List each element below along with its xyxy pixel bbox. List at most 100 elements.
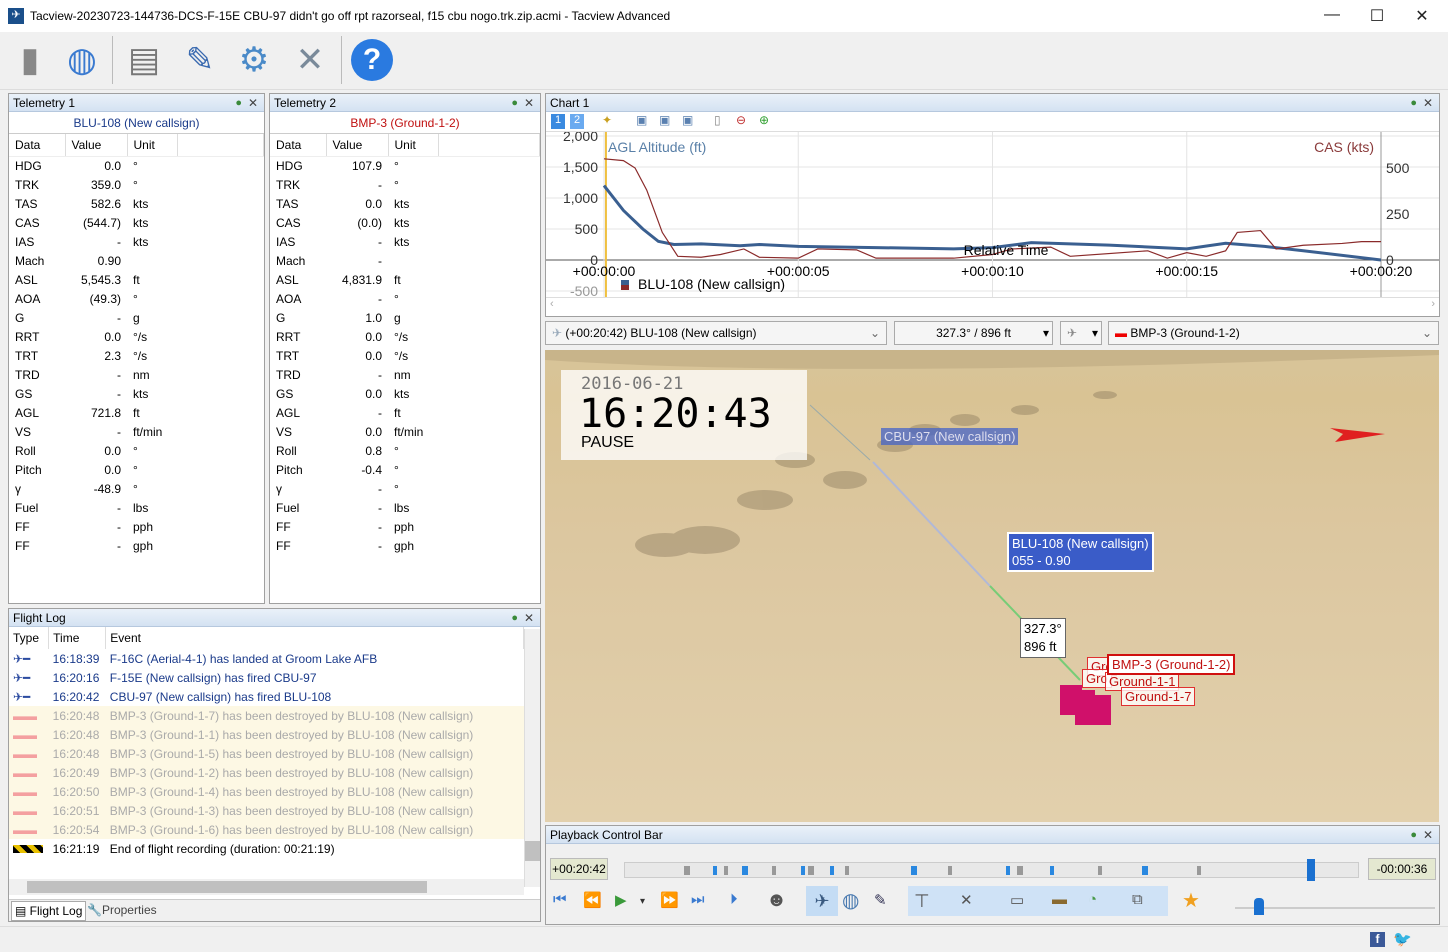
speed-slider[interactable]: [1235, 907, 1435, 909]
event-marker[interactable]: [844, 866, 849, 875]
pin-icon[interactable]: ●: [1410, 94, 1417, 112]
column-header[interactable]: Data: [9, 134, 66, 157]
bmp-3-label[interactable]: BMP-3 (Ground-1-2): [1107, 654, 1236, 675]
chart-scrollbar[interactable]: ‹ ›: [546, 297, 1439, 313]
column-header[interactable]: Unit: [388, 134, 439, 157]
event-marker[interactable]: [947, 866, 952, 875]
speed-slider-handle[interactable]: [1254, 898, 1264, 915]
relation-mode-select[interactable]: ✈ ▾: [1060, 321, 1102, 345]
event-marker[interactable]: [1196, 866, 1201, 875]
event-marker[interactable]: [1017, 866, 1024, 875]
close-button[interactable]: ✕: [1407, 6, 1437, 26]
zoom-page-icon[interactable]: ▯: [714, 113, 721, 127]
event-marker[interactable]: [800, 866, 805, 875]
column-header[interactable]: Event: [105, 627, 524, 649]
bookmark-star-icon[interactable]: ★: [1182, 888, 1200, 913]
blu-108-label[interactable]: BLU-108 (New callsign) 055 - 0.90: [1007, 532, 1154, 572]
timeline-slider[interactable]: [624, 859, 1359, 881]
skip-start-icon[interactable]: ⏮: [553, 891, 567, 908]
globe-network-icon[interactable]: ◍: [58, 36, 106, 84]
window-options-icon[interactable]: ⧉: [1132, 891, 1143, 908]
list-item[interactable]: ✈━ 16:20:16 F-15E (New callsign) has fired…: [9, 668, 524, 687]
event-marker[interactable]: [683, 866, 690, 875]
list-item[interactable]: ✈━ 16:20:42 CBU-97 (New callsign) has fire…: [9, 687, 524, 706]
step-forward-icon[interactable]: ⏵: [730, 891, 738, 908]
gear-icon[interactable]: ⚙: [230, 36, 278, 84]
chart-add-icon[interactable]: ▣: [636, 113, 647, 127]
chart-tab-1[interactable]: 1: [551, 114, 565, 129]
ground-units-icon[interactable]: ▬: [1052, 891, 1067, 908]
skip-end-icon[interactable]: ⏭: [691, 891, 705, 908]
list-item[interactable]: ▬▬ 16:20:50 BMP-3 (Ground-1-4) has been de…: [9, 782, 524, 801]
range-select[interactable]: 327.3° / 896 ft ▾: [894, 321, 1053, 345]
tools-icon[interactable]: ✕: [286, 36, 334, 84]
pin-icon[interactable]: ●: [1410, 826, 1417, 844]
cockpit-view-icon[interactable]: ✈: [806, 886, 838, 916]
column-header[interactable]: Type: [9, 627, 50, 649]
minimize-button[interactable]: —: [1317, 6, 1347, 24]
close-panel-button[interactable]: ✕: [524, 94, 534, 112]
timeline-handle[interactable]: [1306, 859, 1315, 881]
event-marker[interactable]: [910, 866, 917, 875]
log-horizontal-scrollbar[interactable]: [9, 879, 524, 895]
event-marker[interactable]: [771, 866, 776, 875]
log-vertical-scrollbar[interactable]: [524, 629, 540, 887]
event-marker[interactable]: [723, 866, 728, 875]
event-marker[interactable]: [1006, 866, 1011, 875]
event-marker[interactable]: [1097, 866, 1102, 875]
radar-icon[interactable]: ◔: [1088, 891, 1097, 908]
labels-icon[interactable]: ▭: [1010, 891, 1024, 909]
list-item[interactable]: 16:21:19 End of flight recording (duratio…: [9, 839, 524, 858]
fast-forward-icon[interactable]: ⏩: [660, 891, 679, 909]
event-marker[interactable]: [808, 866, 815, 875]
pin-icon[interactable]: ●: [511, 94, 518, 112]
secondary-object-select[interactable]: ▬ BMP-3 (Ground-1-2) ⌄: [1108, 321, 1439, 345]
telemetry-object-name[interactable]: BMP-3 (Ground-1-2): [270, 112, 540, 134]
list-item[interactable]: ▬▬ 16:20:48 BMP-3 (Ground-1-7) has been de…: [9, 706, 524, 725]
event-marker[interactable]: [830, 866, 835, 875]
event-marker[interactable]: [742, 866, 749, 875]
altitude-marker-icon[interactable]: ⊤: [914, 891, 930, 912]
telemetry-object-name[interactable]: BLU-108 (New callsign): [9, 112, 264, 134]
chart-remove-icon[interactable]: ▣: [682, 113, 693, 127]
column-header[interactable]: Value: [326, 134, 389, 157]
list-item[interactable]: ✈━ 16:18:39 F-16C (Aerial-4-1) has landed …: [9, 649, 524, 668]
list-item[interactable]: ▬▬ 16:20:51 BMP-3 (Ground-1-3) has been de…: [9, 801, 524, 820]
play-dropdown[interactable]: ▾: [640, 896, 645, 907]
cbu-97-label[interactable]: CBU-97 (New callsign): [881, 428, 1019, 445]
telescope-icon[interactable]: ✎: [874, 891, 887, 909]
close-panel-button[interactable]: ✕: [248, 94, 258, 112]
play-icon[interactable]: ▶: [615, 891, 627, 909]
tab-properties[interactable]: 🔧Properties: [87, 903, 157, 917]
column-header[interactable]: Value: [65, 134, 128, 157]
pilot-view-icon[interactable]: ☻: [766, 889, 787, 912]
rewind-icon[interactable]: ⏪: [583, 891, 602, 909]
column-header[interactable]: Unit: [127, 134, 178, 157]
list-item[interactable]: ▬▬ 16:20:48 BMP-3 (Ground-1-5) has been de…: [9, 744, 524, 763]
tab-flight-log[interactable]: ▤ Flight Log: [11, 901, 87, 921]
event-marker[interactable]: [1141, 866, 1148, 875]
list-item[interactable]: ▬▬ 16:20:54 BMP-3 (Ground-1-6) has been de…: [9, 820, 524, 839]
3d-view[interactable]: 2016-06-21 16:20:43 PAUSE CBU-97 (New ca…: [545, 350, 1439, 822]
chart-plot[interactable]: 2,0001,5001,0005000-5005002500+00:00:00 +…: [546, 132, 1439, 297]
wand-icon[interactable]: ✦: [602, 113, 612, 127]
event-marker[interactable]: [712, 866, 717, 875]
event-marker[interactable]: [1050, 866, 1055, 875]
pin-icon[interactable]: ●: [235, 94, 242, 112]
zoom-in-icon[interactable]: ⊕: [759, 113, 769, 127]
ground-1-7-label[interactable]: Ground-1-7: [1121, 687, 1196, 706]
close-panel-button[interactable]: ✕: [524, 609, 534, 627]
close-panel-button[interactable]: ✕: [1423, 94, 1433, 112]
primary-object-select[interactable]: ✈ (+00:20:42) BLU-108 (New callsign) ⌄: [545, 321, 887, 345]
list-item[interactable]: ▬▬ 16:20:48 BMP-3 (Ground-1-1) has been de…: [9, 725, 524, 744]
facebook-icon[interactable]: f: [1370, 932, 1385, 947]
maximize-button[interactable]: ☐: [1362, 6, 1392, 26]
close-panel-button[interactable]: ✕: [1423, 826, 1433, 844]
globe-view-icon[interactable]: ◍: [842, 888, 859, 913]
column-header[interactable]: Data: [270, 134, 327, 157]
edit-notes-icon[interactable]: ✎: [176, 36, 224, 84]
lines-icon[interactable]: ✕: [960, 891, 973, 909]
twitter-icon[interactable]: 🐦: [1393, 930, 1412, 948]
pin-icon[interactable]: ●: [511, 609, 518, 627]
document-icon[interactable]: ▤: [120, 36, 168, 84]
